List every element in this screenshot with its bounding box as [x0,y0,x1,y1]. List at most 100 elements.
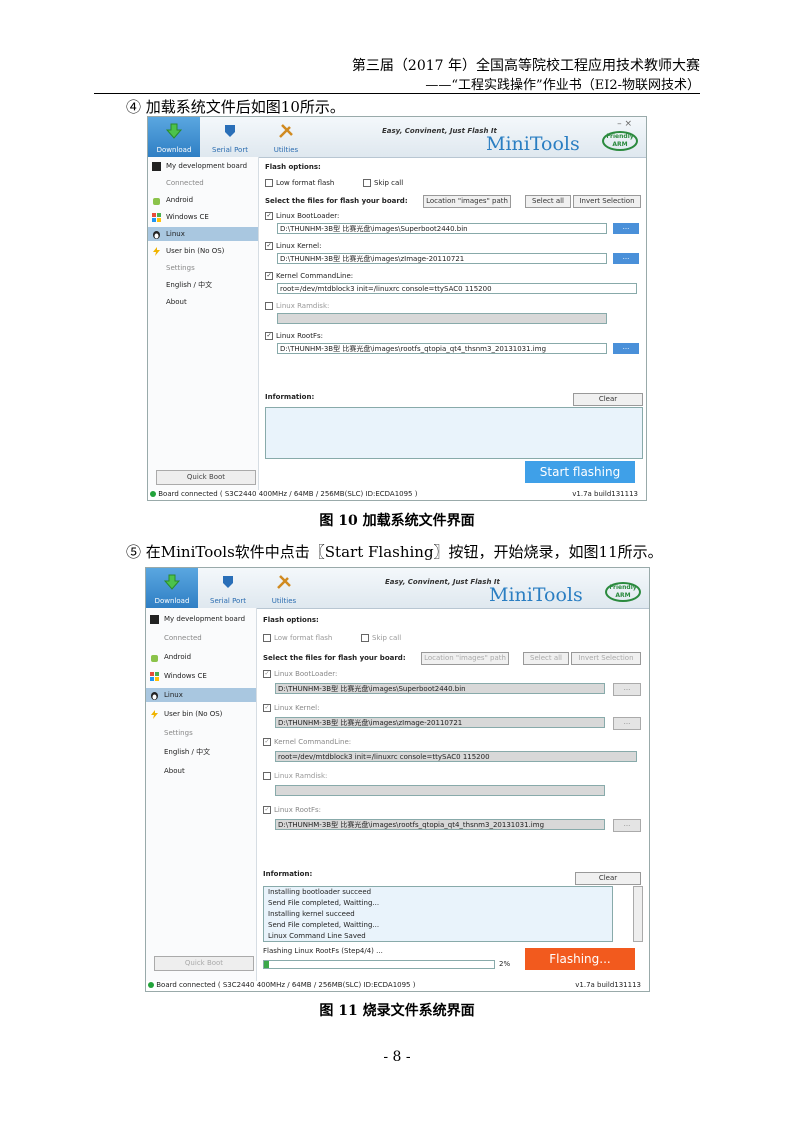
rootfs-checkbox[interactable]: ✓ Linux RootFs: [265,332,323,340]
checkbox-label: Kernel CommandLine: [274,738,352,746]
sidebar-item-language[interactable]: English / 中文 [148,278,258,292]
rootfs-browse-button[interactable]: ... [613,343,639,354]
log-scrollbar[interactable] [633,886,643,942]
sidebar-item-label: Android [166,196,194,204]
cmdline-input[interactable]: root=/dev/mtdblock3 init=/linuxrc consol… [275,751,637,762]
sidebar-item-my-board[interactable]: My development board [146,612,256,626]
window-controls[interactable]: – × [617,119,632,129]
start-flashing-button[interactable]: Start flashing [525,461,635,483]
sidebar-item-about[interactable]: About [146,764,256,778]
toolbar-utilities-button[interactable]: Utilties [260,117,312,157]
bootloader-browse-button[interactable]: ... [613,223,639,234]
checkbox-box: ✓ [265,242,273,250]
kernel-browse-button[interactable]: ... [613,717,641,730]
toolbar-download-button[interactable]: Download [146,568,198,608]
status-bar: Board connected ( S3C2440 400MHz / 64MB … [148,981,641,990]
flashing-button[interactable]: Flashing... [525,948,635,970]
log-line: Linux Command Line Saved [268,932,366,940]
header-title: 第三届（2017 年）全国高等院校工程应用技术教师大赛 [351,58,700,74]
sidebar-item-label: Android [164,653,192,661]
cmdline-checkbox[interactable]: ✓ Kernel CommandLine: [265,272,353,280]
kernel-checkbox[interactable]: ✓ Linux Kernel: [265,242,321,250]
checkbox-label: Linux BootLoader: [274,670,338,678]
low-format-checkbox[interactable]: Low format flash [263,634,332,642]
ramdisk-checkbox[interactable]: Linux Ramdisk: [263,772,327,780]
toolbar-serial-port-button[interactable]: Serial Port [204,117,256,157]
sidebar-item-settings[interactable]: Settings [148,261,258,275]
sidebar-item-android[interactable]: Android [148,193,258,207]
checkbox-box: ✓ [263,670,271,678]
page-number: - 8 - [383,1049,411,1065]
skip-call-checkbox[interactable]: Skip call [361,634,401,642]
windows-icon [150,672,159,681]
sidebar-item-label: User bin (No OS) [164,710,223,718]
bootloader-checkbox[interactable]: ✓ Linux BootLoader: [263,670,337,678]
select-all-button[interactable]: Select all [523,652,569,665]
invert-selection-button[interactable]: Invert Selection [573,195,641,208]
sidebar-item-user-bin[interactable]: User bin (No OS) [146,707,256,721]
kernel-path-input[interactable]: D:\THUNHM-3B型 比赛光盘\images\zImage-2011072… [275,717,605,728]
checkbox-label: Low format flash [276,179,335,187]
skip-call-checkbox[interactable]: Skip call [363,179,403,187]
bootloader-browse-button[interactable]: ... [613,683,641,696]
bootloader-path-input[interactable]: D:\THUNHM-3B型 比赛光盘\images\Superboot2440.… [275,683,605,694]
cmdline-checkbox[interactable]: ✓ Kernel CommandLine: [263,738,351,746]
location-images-path-button[interactable]: Location "images" path [421,652,509,665]
invert-selection-button[interactable]: Invert Selection [571,652,641,665]
download-arrow-icon [166,123,182,139]
kernel-path-input[interactable]: D:\THUNHM-3B型 比赛光盘\images\zImage-2011072… [277,253,607,264]
toolbar: Download Serial Port Utilties Easy, Conv… [146,568,649,609]
select-files-label: Select the files for flash your board: [263,654,406,662]
sidebar-item-linux[interactable]: Linux [148,227,258,241]
flash-options-label: Flash options: [265,163,321,171]
sidebar-item-windows-ce[interactable]: Windows CE [148,210,258,224]
bootloader-checkbox[interactable]: ✓ Linux BootLoader: [265,212,339,220]
toolbar-utilities-button[interactable]: Utilties [258,568,310,608]
ramdisk-checkbox[interactable]: Linux Ramdisk: [265,302,329,310]
kernel-checkbox[interactable]: ✓ Linux Kernel: [263,704,319,712]
toolbar-serial-port-button[interactable]: Serial Port [202,568,254,608]
ramdisk-path-input[interactable] [277,313,607,324]
sidebar-item-settings[interactable]: Settings [146,726,256,740]
sidebar-item-label: Windows CE [164,672,207,680]
checkbox-label: Skip call [372,634,402,642]
cmdline-input[interactable]: root=/dev/mtdblock3 init=/linuxrc consol… [277,283,637,294]
rootfs-path-input[interactable]: D:\THUNHM-3B型 比赛光盘\images\rootfs_qtopia_… [277,343,607,354]
checkbox-label: Linux RootFs: [274,806,321,814]
tools-icon [279,124,293,138]
figure-10-caption: 图 10 加载系统文件界面 [319,513,475,529]
low-format-checkbox[interactable]: Low format flash [265,179,334,187]
quick-boot-button[interactable]: Quick Boot [156,470,256,485]
clear-button[interactable]: Clear [575,872,641,885]
friendly-arm-logo: Friendly ARM [605,582,641,602]
log-line: Installing kernel succeed [268,910,355,918]
sidebar-item-language[interactable]: English / 中文 [146,745,256,759]
sidebar-item-my-board[interactable]: My development board [148,159,258,173]
rootfs-checkbox[interactable]: ✓ Linux RootFs: [263,806,321,814]
progress-percent: 2% [499,960,511,968]
clear-button[interactable]: Clear [573,393,643,406]
location-images-path-button[interactable]: Location "images" path [423,195,511,208]
ramdisk-path-input[interactable] [275,785,605,796]
toolbar: Download Serial Port Utilties Easy, Conv… [148,117,646,158]
sidebar-item-about[interactable]: About [148,295,258,309]
kernel-browse-button[interactable]: ... [613,253,639,264]
sidebar-item-windows-ce[interactable]: Windows CE [146,669,256,683]
rootfs-browse-button[interactable]: ... [613,819,641,832]
sidebar-item-android[interactable]: Android [146,650,256,664]
sidebar-item-user-bin[interactable]: User bin (No OS) [148,244,258,258]
rootfs-path-input[interactable]: D:\THUNHM-3B型 比赛光盘\images\rootfs_qtopia_… [275,819,605,830]
information-log[interactable]: Installing bootloader succeed Send File … [263,886,613,942]
sidebar-item-linux[interactable]: Linux [146,688,256,702]
select-all-button[interactable]: Select all [525,195,571,208]
lightning-icon [153,247,160,256]
header-subtitle: ——“工程实践操作”作业书（EI2-物联网技术） [425,78,700,93]
bootloader-path-input[interactable]: D:\THUNHM-3B型 比赛光盘\images\Superboot2440.… [277,223,607,234]
board-icon [152,162,161,171]
lightning-icon [151,710,158,719]
version-text: v1.7a build131113 [572,490,638,498]
quick-boot-button[interactable]: Quick Boot [154,956,254,971]
information-log[interactable] [265,407,643,459]
checkbox-box [263,772,271,780]
toolbar-download-button[interactable]: Download [148,117,200,157]
